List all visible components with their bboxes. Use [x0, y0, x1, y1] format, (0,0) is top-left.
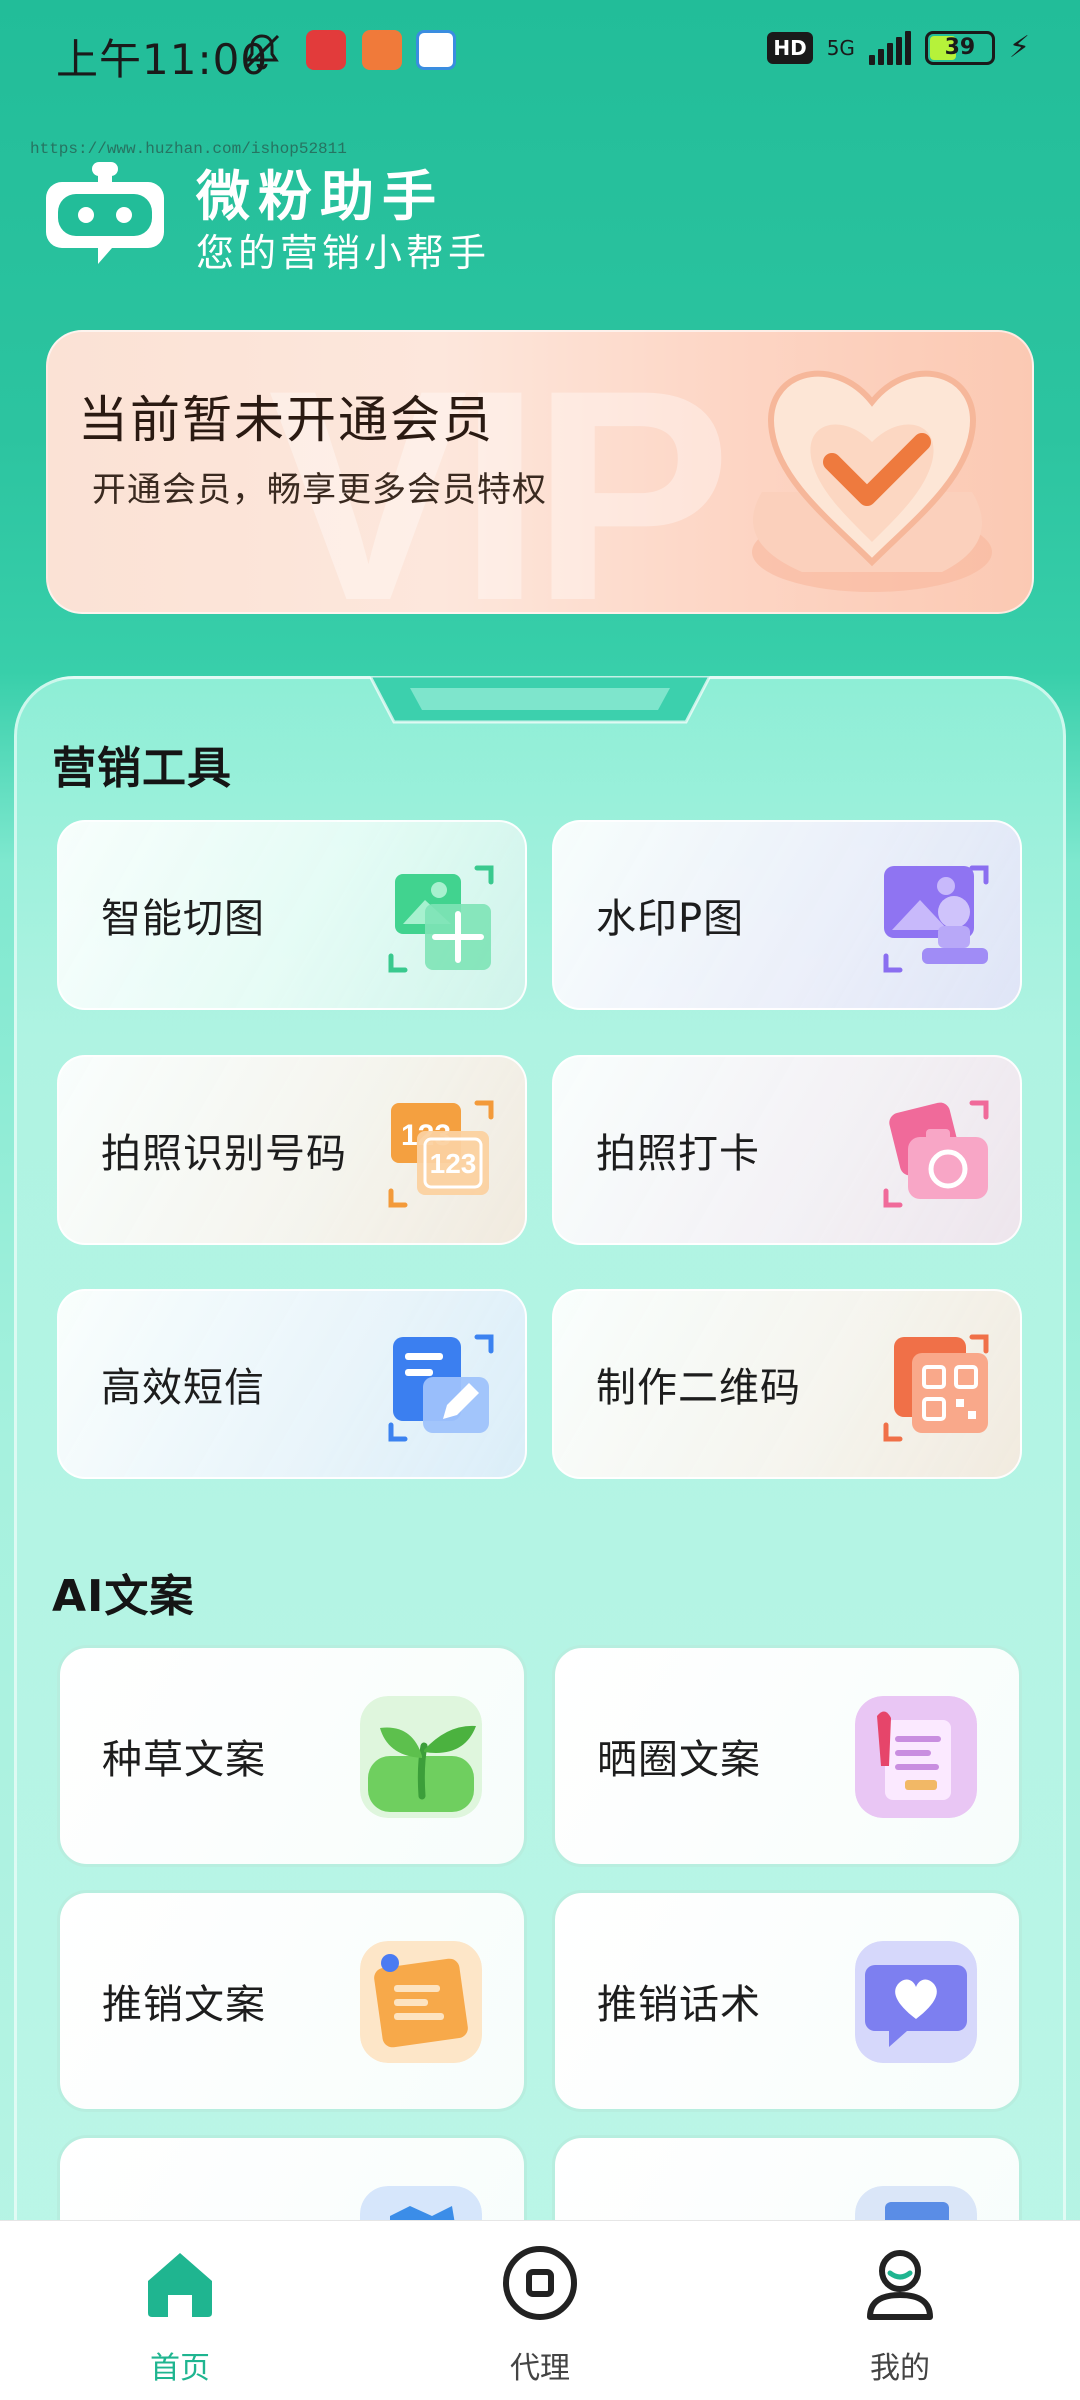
profile-icon — [867, 2250, 933, 2320]
clipboard-pen-icon — [855, 1696, 977, 1818]
agent-icon — [503, 2246, 577, 2320]
vip-banner[interactable]: VIP 当前暂未开通会员 开通会员，畅享更多会员特权 — [46, 330, 1034, 614]
ai-card-label: 晒圈文案 — [597, 1737, 761, 1783]
sprout-icon — [360, 1696, 482, 1818]
status-right: HD 5G 39 ⚡ — [767, 30, 1030, 65]
sms-edit-icon — [388, 1334, 494, 1442]
heart-chat-icon — [855, 1941, 977, 2063]
tool-label: 制作二维码 — [596, 1365, 801, 1411]
tool-card-number-ocr[interactable]: 拍照识别号码 123 123 — [57, 1055, 527, 1245]
nav-item-profile[interactable]: 我的 — [800, 2221, 1000, 2400]
ai-card-moments-copy[interactable]: 晒圈文案 — [552, 1645, 1022, 1867]
vip-heart-check-icon — [692, 342, 1012, 612]
app-title: 微粉助手 — [196, 165, 444, 228]
tool-label: 拍照打卡 — [596, 1131, 760, 1177]
robot-logo-icon — [42, 158, 168, 270]
ai-card-label: 推销文案 — [102, 1982, 266, 2028]
nav-label: 首页 — [150, 2351, 210, 2386]
status-time: 上午11:00 — [56, 35, 269, 84]
vip-description: 开通会员，畅享更多会员特权 — [92, 470, 547, 510]
mute-bell-icon — [240, 30, 280, 70]
tool-card-smart-crop[interactable]: 智能切图 — [57, 820, 527, 1010]
nav-item-agent[interactable]: 代理 — [440, 2221, 640, 2400]
tool-card-sms[interactable]: 高效短信 — [57, 1289, 527, 1479]
tool-label: 水印P图 — [596, 896, 745, 942]
status-bar: 上午11:00 HD 5G 39 ⚡ — [0, 0, 1080, 100]
ai-card-sales-copy[interactable]: 推销文案 — [57, 1890, 527, 2112]
section-title-ai-copy: AI文案 — [52, 1571, 195, 1622]
tool-card-watermark[interactable]: 水印P图 — [552, 820, 1022, 1010]
image-crop-icon — [388, 865, 494, 973]
battery-icon: 39 — [924, 30, 995, 65]
app-subtitle: 您的营销小帮手 — [196, 231, 491, 275]
camera-checkin-icon — [883, 1100, 989, 1208]
charging-icon: ⚡ — [1008, 30, 1030, 65]
tool-label: 智能切图 — [101, 896, 265, 942]
home-icon — [148, 2253, 212, 2317]
sticky-note-icon — [360, 1941, 482, 2063]
network-label: 5G — [826, 35, 855, 60]
qr-code-icon — [883, 1334, 989, 1442]
ai-card-label: 推销话术 — [597, 1982, 761, 2028]
signal-icon — [868, 30, 911, 65]
nav-item-home[interactable]: 首页 — [80, 2221, 280, 2400]
bottom-nav: 首页 代理 我的 — [0, 2220, 1080, 2400]
tool-label: 高效短信 — [101, 1365, 265, 1411]
svg-text:123: 123 — [430, 1148, 477, 1179]
panel-notch — [370, 676, 710, 724]
tool-card-photo-checkin[interactable]: 拍照打卡 — [552, 1055, 1022, 1245]
hd-badge: HD — [767, 31, 813, 64]
nav-label: 我的 — [870, 2351, 930, 2386]
tool-card-qrcode[interactable]: 制作二维码 — [552, 1289, 1022, 1479]
shopping-notification-icon — [362, 30, 402, 70]
ai-card-seeding-copy[interactable]: 种草文案 — [57, 1645, 527, 1867]
vip-title: 当前暂未开通会员 — [78, 391, 494, 449]
ai-card-sales-script[interactable]: 推销话术 — [552, 1890, 1022, 2112]
tool-label: 拍照识别号码 — [101, 1131, 347, 1177]
ai-card-label: 种草文案 — [102, 1737, 266, 1783]
nav-label: 代理 — [510, 2351, 570, 2386]
number-scan-icon: 123 123 — [388, 1100, 494, 1208]
chat-notification-icon — [416, 30, 456, 70]
battery-level: 39 — [944, 35, 976, 60]
watermark-stamp-icon — [883, 865, 989, 973]
app-notification-icon — [306, 30, 346, 70]
section-title-marketing: 营销工具 — [52, 743, 232, 794]
